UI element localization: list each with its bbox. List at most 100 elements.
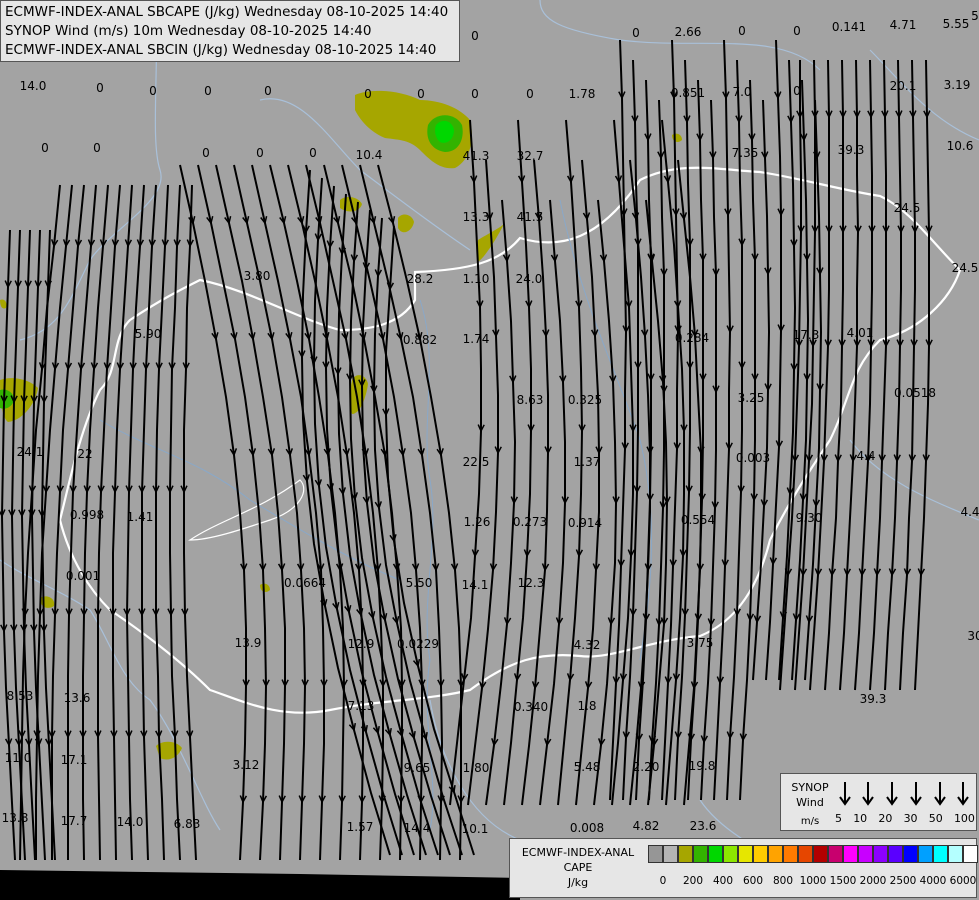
synop-legend-arrows bbox=[839, 782, 969, 806]
cin-value-label: 1.41 bbox=[127, 510, 154, 524]
synop-legend-title: SYNOP bbox=[791, 781, 829, 794]
cape-swatch bbox=[723, 845, 738, 863]
cape-tick-label: 4000 bbox=[919, 875, 947, 887]
cape-color-legend: ECMWF-INDEX-ANAL CAPE J/kg 0 200 400 600 800… bbox=[509, 838, 978, 898]
cin-value-label: 11.0 bbox=[5, 751, 32, 765]
synop-value: 50 bbox=[928, 812, 943, 825]
cin-value-label: 13.9 bbox=[235, 636, 262, 650]
cape-swatch bbox=[888, 845, 903, 863]
cape-swatch bbox=[693, 845, 708, 863]
cin-value-label: 39.3 bbox=[838, 143, 865, 157]
cin-value-label: 0.340 bbox=[514, 700, 548, 714]
cin-value-label: 7.35 bbox=[732, 146, 759, 160]
cin-value-label: 39.3 bbox=[860, 692, 887, 706]
synop-legend-unit: m/s bbox=[800, 816, 820, 827]
cape-tick-label: 2500 bbox=[889, 875, 917, 887]
cin-value-label: 13.8 bbox=[2, 811, 29, 825]
cape-color-swatches bbox=[648, 845, 978, 863]
synop-value: 20 bbox=[878, 812, 893, 825]
cape-tick-label: 1000 bbox=[799, 875, 827, 887]
cin-value-label: 0 bbox=[632, 26, 640, 40]
cape-swatch bbox=[963, 845, 978, 863]
cape-legend-unit: J/kg bbox=[567, 876, 589, 889]
cape-swatch bbox=[918, 845, 933, 863]
cape-swatch bbox=[813, 845, 828, 863]
cin-value-label: 3.75 bbox=[687, 636, 714, 650]
cin-value-label: 13.3 bbox=[463, 210, 490, 224]
cin-value-label: 13.6 bbox=[64, 691, 91, 705]
cin-value-label: 24.0 bbox=[516, 272, 543, 286]
cin-value-label: 4.4 bbox=[960, 505, 979, 519]
synop-value: 5 bbox=[835, 812, 842, 825]
cape-swatch bbox=[663, 845, 678, 863]
cin-value-label: 0 bbox=[93, 141, 101, 155]
cape-tick-label: 800 bbox=[772, 875, 794, 887]
map-background bbox=[0, 0, 979, 900]
wind-arrow-icon bbox=[839, 782, 851, 806]
cape-swatch bbox=[828, 845, 843, 863]
cin-value-label: 7.0 bbox=[732, 85, 751, 99]
cin-value-label: 17.1 bbox=[61, 753, 88, 767]
cin-value-label: 0 bbox=[264, 84, 272, 98]
cin-value-label: 0.325 bbox=[568, 393, 602, 407]
cape-swatch bbox=[858, 845, 873, 863]
cin-value-label: 2.66 bbox=[675, 25, 702, 39]
cin-value-label: 0.914 bbox=[568, 516, 602, 530]
cape-swatch bbox=[903, 845, 918, 863]
cin-value-label: 1.78 bbox=[569, 87, 596, 101]
cape-swatch bbox=[783, 845, 798, 863]
cin-value-label: 10.1 bbox=[462, 822, 489, 836]
cape-tick-labels: 0 200 400 600 800 1000 1500 2000 2500 4000 6000 bbox=[648, 875, 978, 891]
cin-value-label: 3.19 bbox=[944, 78, 971, 92]
cin-value-label: 5.55 bbox=[943, 17, 970, 31]
cin-value-label: 0 bbox=[204, 84, 212, 98]
cin-value-label: 0 bbox=[526, 87, 534, 101]
cin-value-label: 5.50 bbox=[406, 576, 433, 590]
cin-value-label: 0.284 bbox=[675, 331, 709, 345]
cin-value-label: 0 bbox=[738, 24, 746, 38]
cin-value-label: 24.5 bbox=[894, 201, 921, 215]
cin-value-label: 0.003 bbox=[736, 451, 770, 465]
cin-value-label: 5.48 bbox=[574, 760, 601, 774]
cin-value-label: 17.3 bbox=[793, 328, 820, 342]
cape-swatch bbox=[933, 845, 948, 863]
cape-swatch bbox=[678, 845, 693, 863]
cin-value-label: 0 bbox=[793, 84, 801, 98]
cin-value-label: 8.63 bbox=[517, 393, 544, 407]
synop-value: 30 bbox=[903, 812, 918, 825]
cape-tick-label: 0 bbox=[659, 875, 667, 887]
cin-value-label: 19.8 bbox=[689, 759, 716, 773]
cin-value-label: 1.8 bbox=[577, 699, 596, 713]
cin-value-label: 0 bbox=[793, 24, 801, 38]
cape-legend-subtitle: CAPE bbox=[563, 861, 593, 874]
cin-value-label: 24.1 bbox=[17, 445, 44, 459]
cape-tick-label: 200 bbox=[682, 875, 704, 887]
cin-value-label: 1.26 bbox=[464, 515, 491, 529]
cin-value-label: 9.30 bbox=[796, 511, 823, 525]
cape-swatch bbox=[708, 845, 723, 863]
cin-value-label: 0.554 bbox=[681, 513, 715, 527]
synop-wind-legend: SYNOP Wind m/s 5 10 20 30 50 100 bbox=[780, 773, 977, 831]
cin-value-label: 23.6 bbox=[690, 819, 717, 833]
cin-value-label: 0.998 bbox=[70, 508, 104, 522]
cape-swatch bbox=[843, 845, 858, 863]
cin-value-label: 0 bbox=[471, 29, 479, 43]
title-sbcin: ECMWF-INDEX-ANAL SBCIN (J/kg) Wednesday … bbox=[5, 42, 437, 58]
cin-value-label: 0 bbox=[149, 84, 157, 98]
cin-value-label: 14.0 bbox=[117, 815, 144, 829]
synop-value: 100 bbox=[953, 812, 975, 825]
cape-tick-label: 2000 bbox=[859, 875, 887, 887]
cin-value-label: 12.3 bbox=[518, 576, 545, 590]
cin-value-label: 41.3 bbox=[463, 149, 490, 163]
wind-arrow-icon bbox=[957, 782, 969, 806]
cin-value-label: 3.25 bbox=[738, 391, 765, 405]
cape-swatch bbox=[948, 845, 963, 863]
cin-value-label: 5.90 bbox=[135, 327, 162, 341]
cin-value-label: 0.0664 bbox=[284, 576, 326, 590]
cape-tick-label: 600 bbox=[742, 875, 764, 887]
cin-value-label: 28.2 bbox=[407, 272, 434, 286]
cin-value-label: 30 bbox=[967, 629, 979, 643]
cin-value-label: 0.882 bbox=[403, 333, 437, 347]
weather-map: 14.0 0 0 0 0 0 0 0 0 0 0 0 0 0 0 0 0 2.66 0 0 0.141 4.71 5.55 1… bbox=[0, 0, 979, 900]
cin-value-label: 6.83 bbox=[174, 817, 201, 831]
